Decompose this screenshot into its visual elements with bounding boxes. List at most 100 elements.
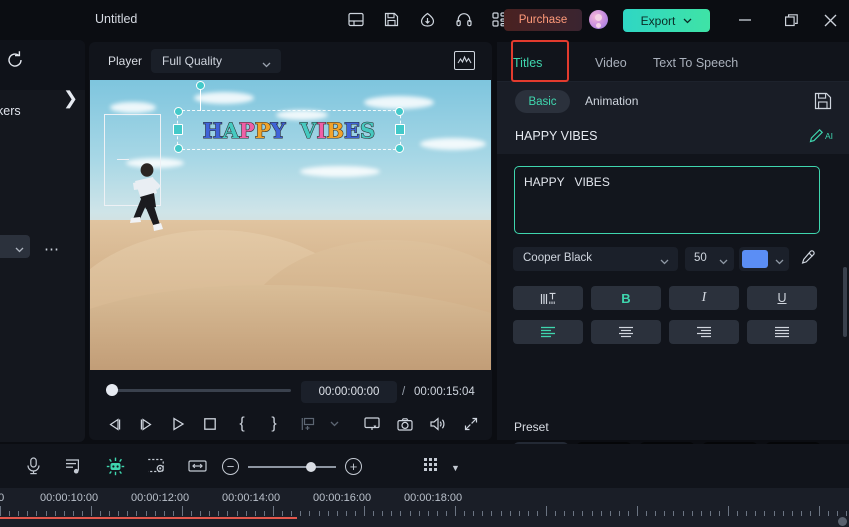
layout-icon[interactable] [345, 9, 366, 30]
tab-video[interactable]: Video [595, 49, 627, 76]
timeline-tick [510, 511, 511, 516]
grid-view-icon[interactable] [424, 458, 440, 474]
volume-button[interactable] [425, 411, 451, 437]
timeline-tick [382, 511, 383, 516]
timeline-tick [173, 511, 174, 516]
runner-selection-box[interactable] [104, 114, 163, 231]
runner-figure-icon [130, 163, 163, 231]
font-family-select[interactable]: Cooper Black [513, 247, 678, 271]
bold-button[interactable]: B [591, 286, 661, 310]
marker-dropdown-button[interactable] [321, 411, 347, 437]
prev-frame-button[interactable] [101, 411, 127, 437]
window-minimize-button[interactable] [735, 10, 755, 30]
rotate-handle[interactable] [196, 81, 205, 90]
fullscreen-button[interactable] [458, 411, 484, 437]
play-button[interactable] [165, 411, 191, 437]
italic-button[interactable]: I [669, 286, 739, 310]
snapshot-button[interactable] [392, 411, 418, 437]
properties-scrollbar[interactable] [843, 267, 847, 337]
next-frame-button[interactable] [133, 411, 159, 437]
zoom-in-button[interactable]: + [345, 458, 362, 475]
cloud-upload-icon[interactable] [417, 9, 438, 30]
chroma-key-icon[interactable] [145, 455, 167, 477]
underline-button[interactable]: U [747, 286, 817, 310]
timeline-tick [309, 511, 310, 516]
align-justify-button[interactable] [747, 320, 817, 344]
save-icon[interactable] [381, 9, 402, 30]
resize-handle-right[interactable] [395, 124, 405, 135]
resize-handle-left[interactable] [173, 124, 183, 135]
grid-view-chevron-icon[interactable]: ▼ [451, 463, 460, 473]
avatar[interactable] [589, 10, 608, 29]
headset-icon[interactable] [453, 9, 474, 30]
timeline-tick [746, 511, 747, 516]
stop-button[interactable] [197, 411, 223, 437]
timeline-tick [528, 511, 529, 516]
screen-record-button[interactable] [359, 411, 385, 437]
panel-expand-chevron-icon[interactable]: ❯ [63, 88, 78, 109]
font-color-select[interactable] [739, 247, 789, 271]
timeline-ruler[interactable]: 00 00:00:10:00 00:00:12:00 00:00:14:00 00:00… [0, 488, 849, 527]
color-swatch[interactable] [742, 250, 768, 268]
subtab-basic[interactable]: Basic [515, 90, 570, 113]
font-size-select[interactable]: 50 [685, 247, 734, 271]
mark-in-button[interactable]: { [229, 411, 255, 437]
zoom-slider-knob[interactable] [306, 461, 316, 472]
window-close-button[interactable] [820, 10, 840, 30]
timeline-tick [164, 511, 165, 516]
timeline-tick [410, 511, 411, 516]
resize-handle-top-left[interactable] [174, 107, 183, 116]
video-preview[interactable]: HAPPY VIBES [90, 80, 491, 370]
window-maximize-button[interactable] [781, 10, 801, 30]
add-marker-button[interactable] [295, 411, 321, 437]
tab-titles[interactable]: Titles [513, 49, 542, 76]
zoom-out-button[interactable]: − [222, 458, 239, 475]
resize-handle-bottom-left[interactable] [174, 144, 183, 153]
crop-resize-icon[interactable] [186, 455, 208, 477]
align-right-button[interactable] [669, 320, 739, 344]
subtab-animation[interactable]: Animation [585, 94, 638, 108]
text-input-textarea[interactable]: HAPPY VIBES [514, 166, 820, 234]
timeline-tick [136, 511, 137, 516]
tab-text-to-speech[interactable]: Text To Speech [653, 49, 738, 76]
seek-slider-knob[interactable] [106, 384, 118, 396]
align-center-button[interactable] [591, 320, 661, 344]
timeline-tick [73, 511, 74, 516]
timeline-tick [346, 511, 347, 516]
timeline-scroll-thumb[interactable] [838, 517, 847, 526]
timeline-tick [482, 511, 483, 516]
align-left-button[interactable] [513, 320, 583, 344]
refresh-icon[interactable] [2, 47, 28, 78]
resize-handle-top-right[interactable] [395, 107, 404, 116]
overlay-letter: H [202, 117, 223, 143]
magic-wand-ai-icon[interactable]: AI [809, 128, 833, 143]
scope-icon[interactable] [454, 51, 475, 70]
text-selection-frame[interactable]: HAPPY VIBES [173, 107, 405, 153]
timeline-tick [701, 511, 702, 516]
motion-tracking-icon[interactable] [104, 455, 126, 477]
audio-mixer-icon[interactable] [63, 455, 85, 477]
purchase-button[interactable]: Purchase [504, 9, 582, 31]
seek-slider-track[interactable] [111, 389, 291, 392]
more-options-icon[interactable]: ⋯ [44, 240, 61, 258]
timeline-tick [200, 511, 201, 516]
rotation-stem [200, 89, 202, 111]
export-button[interactable]: Export [623, 9, 710, 32]
save-preset-icon[interactable] [814, 92, 832, 110]
resize-handle-bottom-right[interactable] [395, 144, 404, 153]
overlay-letter: Y [270, 117, 286, 143]
mark-out-button[interactable]: } [261, 411, 287, 437]
timeline-tool-group [22, 455, 208, 477]
zoom-slider-track[interactable] [248, 461, 336, 472]
font-family-value: Cooper Black [523, 252, 593, 264]
video-editor-window: Untitled Purchase Export ❯ kers ⋯ Player… [0, 0, 849, 527]
current-timecode[interactable]: 00:00:00:00 [301, 381, 397, 403]
timeline-tick [282, 511, 283, 516]
library-filter-select[interactable]: ll [0, 235, 30, 258]
quality-select[interactable]: Full Quality [151, 49, 281, 73]
text-spacing-button[interactable] [513, 286, 583, 310]
overlay-letter: I [316, 117, 327, 143]
eyedropper-icon[interactable] [799, 249, 819, 269]
player-controls: { } [89, 407, 492, 441]
record-voiceover-icon[interactable] [22, 455, 44, 477]
